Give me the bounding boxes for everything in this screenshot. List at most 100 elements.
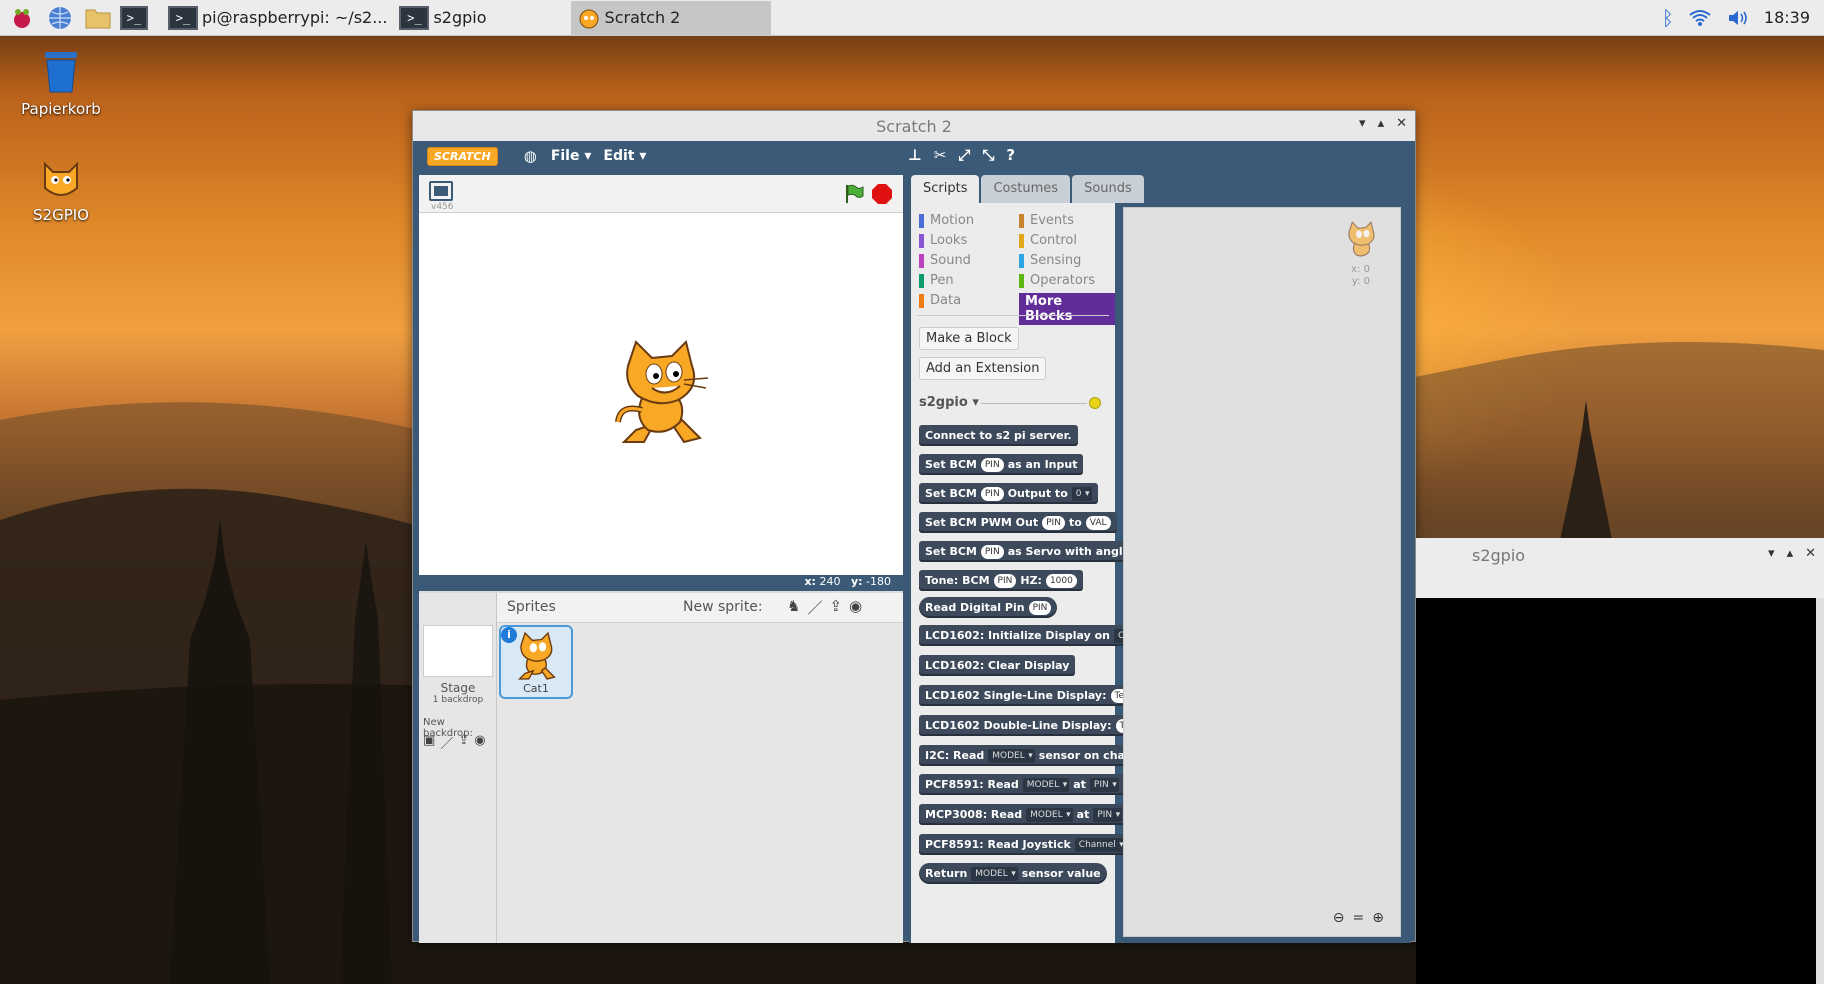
desktop-icon-trash[interactable]: Papierkorb xyxy=(6,48,116,118)
zoom-reset-icon[interactable]: = xyxy=(1353,910,1365,926)
block-input-slot[interactable]: PIN xyxy=(1028,600,1052,615)
extension-block[interactable]: Set BCM PIN as an Input xyxy=(919,454,1084,475)
desktop-icon-s2gpio[interactable]: S2GPIO xyxy=(6,158,116,224)
wifi-icon[interactable] xyxy=(1688,8,1712,28)
fullscreen-icon[interactable] xyxy=(429,181,453,201)
category-looks[interactable]: Looks xyxy=(919,233,967,248)
close-icon[interactable]: ✕ xyxy=(1396,116,1407,131)
zoom-out-icon[interactable]: ⊖ xyxy=(1333,910,1345,926)
green-flag-icon[interactable] xyxy=(843,183,865,205)
extension-block[interactable]: Connect to s2 pi server. xyxy=(919,425,1078,446)
block-dropdown[interactable]: MODEL xyxy=(1026,807,1073,822)
category-operators[interactable]: Operators xyxy=(1019,273,1095,288)
connection-status-indicator xyxy=(1089,397,1101,409)
terminal-scrollbar[interactable] xyxy=(1816,598,1824,984)
delete-icon[interactable]: ✂ xyxy=(934,146,947,164)
block-dropdown[interactable]: Channel xyxy=(1074,837,1126,852)
cat-sprite[interactable] xyxy=(614,338,710,446)
script-area[interactable]: x: 0 y: 0 ⊖ = ⊕ xyxy=(1123,207,1401,937)
block-dropdown[interactable]: PIN xyxy=(1089,777,1119,792)
extension-block[interactable]: I2C: ReadMODELsensor on cha xyxy=(919,745,1131,766)
block-input-slot[interactable]: VAL xyxy=(1085,515,1111,530)
extension-block[interactable]: Set BCM PIN Output to 0 xyxy=(919,483,1098,504)
make-block-button[interactable]: Make a Block xyxy=(919,327,1019,350)
tab-scripts[interactable]: Scripts xyxy=(911,175,980,203)
upload-icon[interactable]: ⇪ xyxy=(829,597,842,618)
window-titlebar[interactable]: Scratch 2 ▾ ▴ ✕ xyxy=(413,111,1415,141)
stop-icon[interactable] xyxy=(871,183,893,205)
extension-block[interactable]: LCD1602: Clear Display xyxy=(919,655,1076,676)
block-input-slot[interactable]: PIN xyxy=(980,544,1004,559)
extension-block[interactable]: Set BCM PWM Out PIN to VAL xyxy=(919,512,1117,533)
block-text: I2C: Read xyxy=(925,749,985,762)
extension-block[interactable]: PCF8591: Read Joystick Channel xyxy=(919,834,1132,855)
upload-icon[interactable]: ⇪ xyxy=(458,733,469,752)
block-dropdown[interactable]: MODEL xyxy=(971,866,1018,881)
tab-costumes[interactable]: Costumes xyxy=(981,175,1071,203)
extension-block[interactable]: Read Digital Pin PIN xyxy=(919,597,1058,618)
sprite-library-icon[interactable]: ♞ xyxy=(787,597,800,618)
duplicate-icon[interactable]: ⊥ xyxy=(908,146,922,164)
camera-icon[interactable]: ◉ xyxy=(474,733,485,752)
category-data[interactable]: Data xyxy=(919,293,961,308)
edit-menu[interactable]: Edit ▾ xyxy=(603,148,646,164)
extension-block[interactable]: Set BCM PIN as Servo with angle xyxy=(919,541,1137,562)
paint-image-icon[interactable]: ▣ xyxy=(423,733,435,752)
raspberry-menu-icon[interactable] xyxy=(6,2,38,34)
minimize-icon[interactable]: ▾ xyxy=(1359,116,1366,131)
volume-icon[interactable] xyxy=(1726,8,1750,28)
bluetooth-icon[interactable]: ᛒ xyxy=(1662,6,1674,30)
camera-icon[interactable]: ◉ xyxy=(849,597,862,618)
paint-brush-icon[interactable]: ／ xyxy=(807,597,822,618)
scratch-cat-icon xyxy=(44,161,78,196)
extension-block[interactable]: LCD1602 Double-Line Display:Tex xyxy=(919,715,1145,736)
file-manager-icon[interactable] xyxy=(82,2,114,34)
grow-icon[interactable]: ⤢ xyxy=(958,146,970,164)
minimize-icon[interactable]: ▾ xyxy=(1768,546,1775,561)
maximize-icon[interactable]: ▴ xyxy=(1787,546,1794,561)
block-dropdown[interactable]: PIN xyxy=(1093,807,1123,822)
category-pen[interactable]: Pen xyxy=(919,273,954,288)
extension-block[interactable]: ReturnMODELsensor value xyxy=(919,863,1107,884)
category-sound[interactable]: Sound xyxy=(919,253,971,268)
extension-block[interactable]: LCD1602 Single-Line Display:Text xyxy=(919,685,1143,706)
extension-block[interactable]: Tone: BCM PIN HZ: 1000 xyxy=(919,570,1083,591)
help-icon[interactable]: ? xyxy=(1006,146,1015,164)
file-menu[interactable]: File ▾ xyxy=(551,148,592,164)
stage-thumbnail[interactable] xyxy=(423,625,493,677)
category-sensing[interactable]: Sensing xyxy=(1019,253,1081,268)
terminal-launcher-icon[interactable]: >_ xyxy=(120,2,152,34)
sprite-thumb-cat1[interactable]: i Cat1 xyxy=(499,625,573,699)
paint-brush-icon[interactable]: ／ xyxy=(440,733,453,752)
block-input-slot[interactable]: PIN xyxy=(980,486,1004,501)
scratch-logo[interactable]: SCRATCH xyxy=(427,146,498,166)
add-extension-button[interactable]: Add an Extension xyxy=(919,357,1047,380)
extension-block[interactable]: MCP3008: ReadMODELatPIN xyxy=(919,804,1129,825)
extension-block[interactable]: PCF8591: ReadMODELatPIN xyxy=(919,774,1125,795)
extension-header[interactable]: s2gpio ▾ xyxy=(919,395,979,410)
zoom-in-icon[interactable]: ⊕ xyxy=(1372,910,1384,926)
stage-canvas[interactable] xyxy=(419,213,903,575)
block-dropdown[interactable]: MODEL xyxy=(1022,777,1070,792)
task-terminal[interactable]: >_ pi@raspberrypi: ~/s2... xyxy=(162,1,393,35)
task-s2gpio[interactable]: >_ s2gpio xyxy=(393,1,492,35)
tab-sounds[interactable]: Sounds xyxy=(1072,175,1144,203)
block-input-slot[interactable]: PIN xyxy=(980,457,1004,472)
category-control[interactable]: Control xyxy=(1019,233,1077,248)
block-input-slot[interactable]: PIN xyxy=(993,573,1017,588)
task-scratch[interactable]: Scratch 2 xyxy=(570,0,771,35)
category-events[interactable]: Events xyxy=(1019,213,1074,228)
block-dropdown[interactable]: 0 xyxy=(1071,486,1092,501)
terminal-titlebar[interactable]: s2gpio ▾ ▴ ✕ xyxy=(1416,538,1824,598)
maximize-icon[interactable]: ▴ xyxy=(1378,116,1385,131)
language-globe-icon[interactable]: ◍ xyxy=(524,147,537,165)
close-icon[interactable]: ✕ xyxy=(1805,546,1816,561)
browser-icon[interactable] xyxy=(44,2,76,34)
category-more-blocks[interactable]: More Blocks xyxy=(1019,293,1115,325)
block-input-slot[interactable]: PIN xyxy=(1042,515,1065,530)
extension-block[interactable]: LCD1602: Initialize Display onCha xyxy=(919,625,1152,646)
category-motion[interactable]: Motion xyxy=(919,213,974,228)
block-dropdown[interactable]: MODEL xyxy=(988,748,1035,763)
block-input-slot[interactable]: 1000 xyxy=(1045,573,1077,588)
shrink-icon[interactable]: ⤡ xyxy=(982,146,994,164)
